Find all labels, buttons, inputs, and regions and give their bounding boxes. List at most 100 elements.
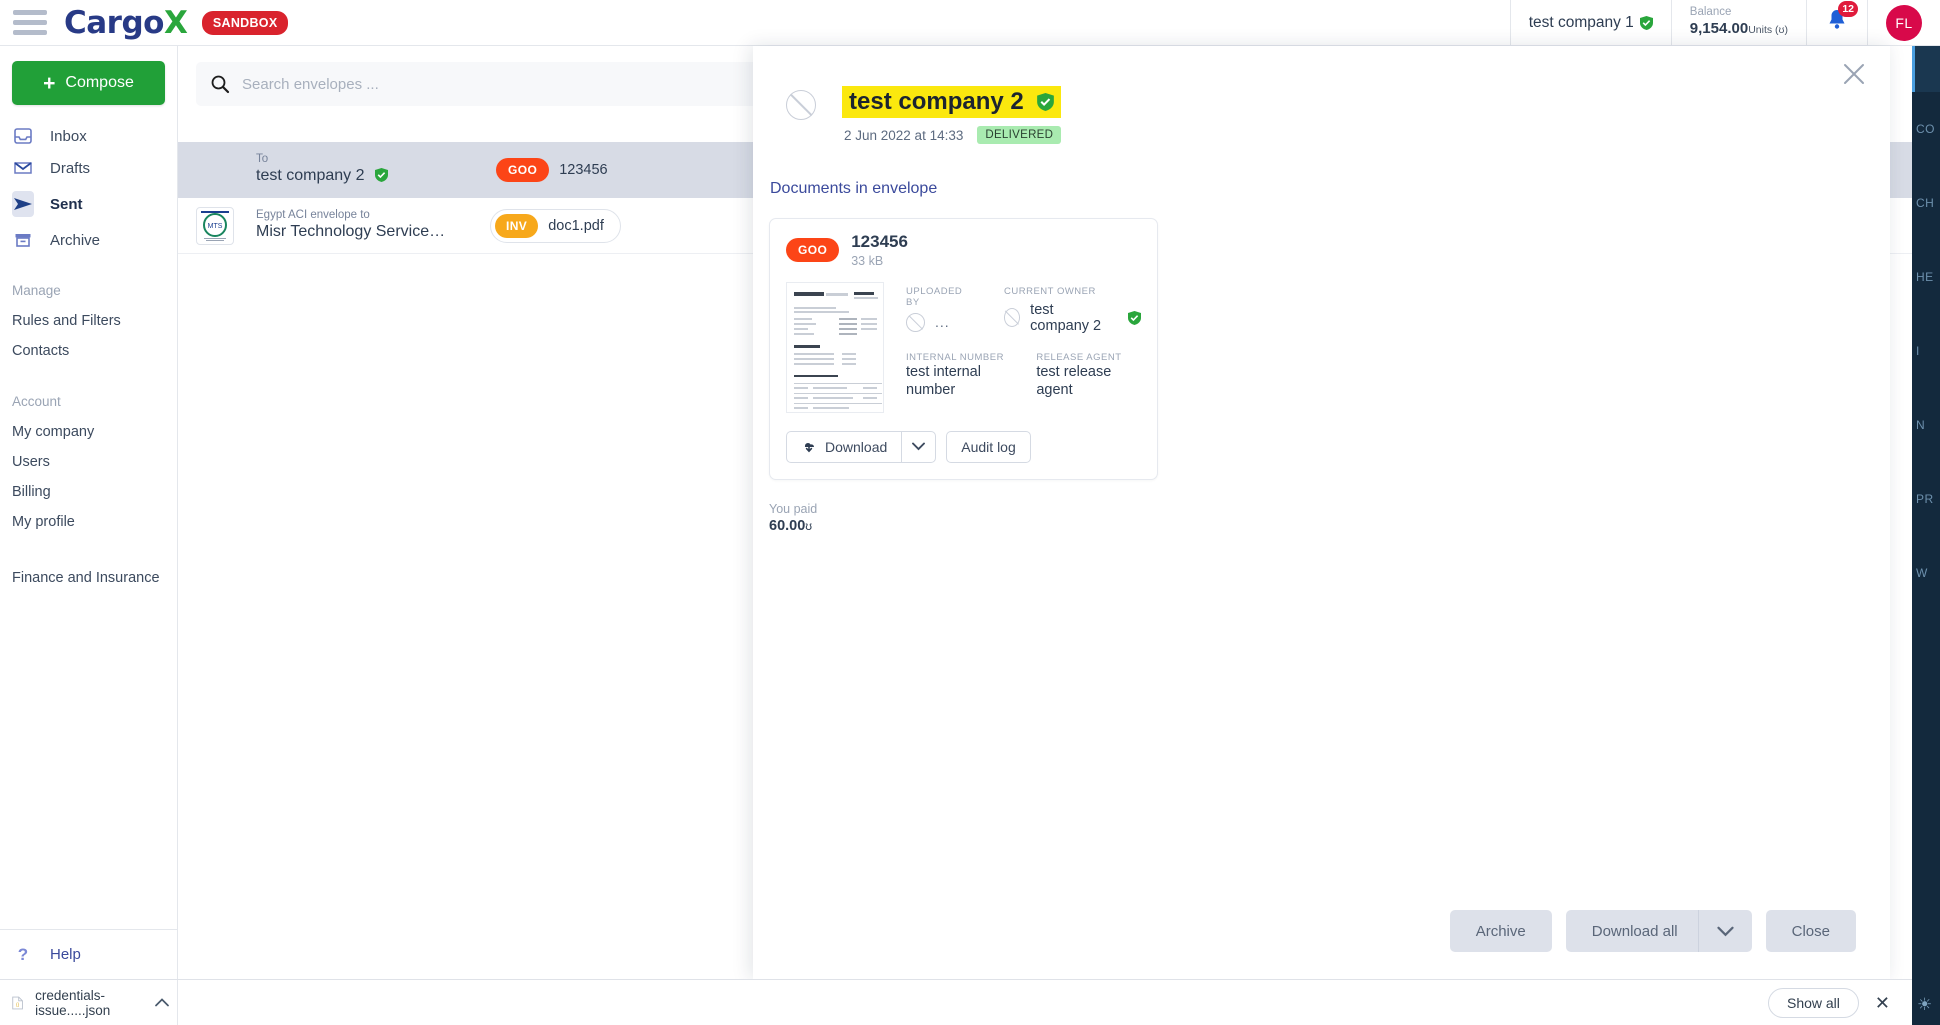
you-paid-value: 60.00ʊ <box>769 518 1890 534</box>
blocked-avatar-icon <box>786 90 816 120</box>
right-panel-item[interactable]: HE <box>1912 240 1940 314</box>
right-panel-item[interactable]: CH <box>1912 166 1940 240</box>
audit-log-button[interactable]: Audit log <box>946 431 1030 463</box>
close-icon[interactable] <box>1840 60 1868 88</box>
help-link[interactable]: ? Help <box>0 929 178 979</box>
notifications-button[interactable]: 12 <box>1806 0 1867 46</box>
envelope-recipient-name: Misr Technology Service… <box>256 222 476 242</box>
envelope-document-chip[interactable]: GOO 123456 <box>496 158 608 182</box>
sidebar-item-sent[interactable]: Sent <box>0 185 177 223</box>
right-panel-active-item[interactable] <box>1912 46 1940 92</box>
download-all-split-button: Download all <box>1566 910 1752 952</box>
top-bar-right: test company 1 Balance 9,154.00Units (ʊ)… <box>1510 0 1940 46</box>
close-button[interactable]: Close <box>1766 910 1856 952</box>
svg-text:{}: {} <box>16 1001 19 1006</box>
svg-text:MTS: MTS <box>208 223 223 230</box>
panel-header: test company 2 2 Jun 2022 at 14:33 DELIV… <box>753 46 1890 144</box>
sidebar-item-finance-and-insurance[interactable]: Finance and Insurance <box>0 563 177 593</box>
sidebar-item-users[interactable]: Users <box>0 447 177 477</box>
uploaded-by-label: UPLOADED BY <box>906 286 970 308</box>
download-bar-actions: Show all ✕ <box>1768 988 1912 1018</box>
cargox-logo[interactable]: Cargo X <box>64 5 188 41</box>
user-menu[interactable]: FL <box>1867 0 1940 46</box>
balance-unit: Units (ʊ) <box>1748 24 1788 36</box>
download-bar: {} credentials-issue.....json Show all ✕ <box>0 979 1912 1025</box>
sidebar: + Compose Inbox Drafts Sent Archive <box>0 46 178 979</box>
page-title: test company 2 <box>842 86 1061 118</box>
sidebar-item-contacts[interactable]: Contacts <box>0 336 177 366</box>
company-name: test company 1 <box>1529 14 1634 32</box>
inbox-icon <box>12 127 34 145</box>
panel-footer: Archive Download all Close <box>753 883 1890 979</box>
envelope-timestamp: 2 Jun 2022 at 14:33 <box>844 128 963 143</box>
balance-display[interactable]: Balance 9,154.00Units (ʊ) <box>1671 0 1806 46</box>
blocked-avatar-icon <box>906 313 925 332</box>
document-fields-row: INTERNAL NUMBER test internal number REL… <box>906 352 1141 399</box>
envelope-to-label: Egypt ACI envelope to <box>256 209 476 222</box>
current-owner-value-row: test company 2 <box>1004 302 1141 334</box>
balance-number: 9,154.00 <box>1690 20 1748 37</box>
sidebar-item-label: Inbox <box>50 128 87 145</box>
current-owner-block: CURRENT OWNER test company 2 <box>1004 286 1141 334</box>
document-name: 123456 <box>559 162 607 178</box>
compose-button[interactable]: + Compose <box>12 61 165 105</box>
search-icon <box>210 74 230 94</box>
document-thumbnail[interactable] <box>786 282 884 413</box>
sidebar-item-billing[interactable]: Billing <box>0 477 177 507</box>
sidebar-item-my-profile[interactable]: My profile <box>0 507 177 537</box>
documents-section-title: Documents in envelope <box>769 180 1890 198</box>
mts-logo-icon: MTS <box>197 208 233 244</box>
help-label: Help <box>50 946 81 963</box>
status-badge: DELIVERED <box>977 126 1061 144</box>
chevron-up-icon[interactable] <box>155 994 177 1012</box>
json-file-icon: {} <box>12 994 23 1012</box>
verified-badge-icon <box>1640 16 1653 30</box>
release-agent-value: test release agent <box>1036 363 1141 399</box>
document-card: GOO 123456 33 kB <box>769 218 1158 480</box>
envelope-name-text: test company 2 <box>256 167 365 184</box>
download-button[interactable]: Download <box>786 431 901 463</box>
document-number: 123456 <box>851 233 908 252</box>
avatar: FL <box>1886 5 1922 41</box>
internal-number-value: test internal number <box>906 363 1022 399</box>
uploaded-by-value: ... <box>935 314 950 330</box>
company-switcher[interactable]: test company 1 <box>1510 0 1671 46</box>
envelope-recipient: Egypt ACI envelope to Misr Technology Se… <box>256 209 476 242</box>
show-all-button[interactable]: Show all <box>1768 988 1859 1018</box>
sidebar-item-my-company[interactable]: My company <box>0 417 177 447</box>
paid-amount: 60.00 <box>769 518 805 534</box>
primary-nav: Inbox Drafts Sent Archive <box>0 121 177 255</box>
top-bar: Cargo X SANDBOX test company 1 Balance 9… <box>0 0 1940 46</box>
right-panel-item[interactable]: N <box>1912 388 1940 462</box>
sidebar-item-drafts[interactable]: Drafts <box>0 153 177 183</box>
blocked-avatar-icon <box>1004 308 1020 327</box>
drafts-icon <box>12 159 34 177</box>
archive-icon <box>12 231 34 249</box>
download-all-button[interactable]: Download all <box>1566 910 1698 952</box>
envelope-recipient: To test company 2 <box>256 153 476 186</box>
right-panel-item[interactable]: I <box>1912 314 1940 388</box>
archive-button[interactable]: Archive <box>1450 910 1552 952</box>
brightness-icon[interactable]: ☀ <box>1917 995 1932 1015</box>
sidebar-item-inbox[interactable]: Inbox <box>0 121 177 151</box>
envelope-document-chip[interactable]: INV doc1.pdf <box>490 209 621 243</box>
document-name: doc1.pdf <box>548 218 604 234</box>
audit-log-label: Audit log <box>961 439 1015 455</box>
logo-x-mark: X <box>164 5 188 41</box>
sidebar-item-rules-and-filters[interactable]: Rules and Filters <box>0 306 177 336</box>
right-side-panel: R CO CH HE I N PR W ☀ <box>1912 0 1940 1025</box>
downloaded-file-item[interactable]: {} credentials-issue.....json <box>0 980 178 1025</box>
envelope-detail-panel: test company 2 2 Jun 2022 at 14:33 DELIV… <box>753 46 1890 979</box>
right-panel-item[interactable]: PR <box>1912 462 1940 536</box>
right-panel-item[interactable]: W <box>1912 536 1940 610</box>
sent-icon <box>12 191 34 217</box>
notification-count-badge: 12 <box>1838 1 1858 17</box>
question-mark-icon: ? <box>12 945 34 965</box>
chevron-down-icon <box>912 442 925 451</box>
close-icon[interactable]: ✕ <box>1875 994 1890 1012</box>
download-all-options-button[interactable] <box>1698 910 1752 952</box>
right-panel-item[interactable]: CO <box>1912 92 1940 166</box>
hamburger-menu-icon[interactable] <box>0 10 56 35</box>
download-options-button[interactable] <box>901 431 936 463</box>
sidebar-item-archive[interactable]: Archive <box>0 225 177 255</box>
